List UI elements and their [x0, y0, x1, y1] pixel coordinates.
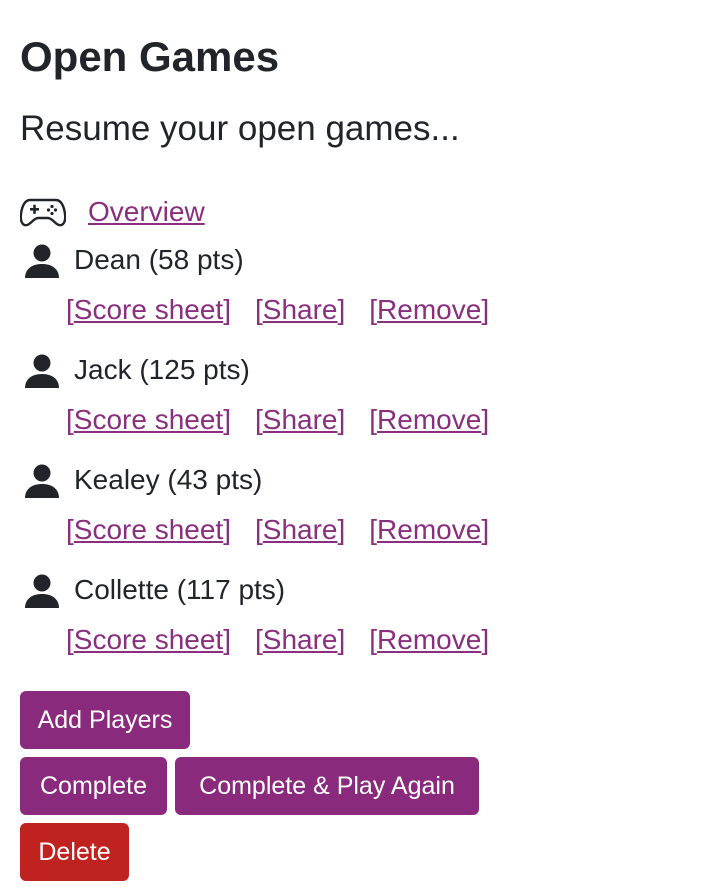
player-entry: Kealey (43 pts) [Score sheet] [Share] [R… [20, 460, 620, 560]
overview-link[interactable]: Overview [88, 196, 205, 228]
delete-button[interactable]: Delete [20, 823, 129, 881]
complete-button[interactable]: Complete [20, 757, 167, 815]
player-line: Kealey (43 pts) [20, 460, 620, 500]
player-links: [Score sheet] [Share] [Remove] [20, 290, 620, 330]
remove-link[interactable]: [Remove] [369, 624, 489, 656]
player-entry: Dean (58 pts) [Score sheet] [Share] [Rem… [20, 240, 620, 340]
remove-link[interactable]: [Remove] [369, 514, 489, 546]
person-icon [20, 240, 64, 280]
page-subtitle: Resume your open games... [20, 109, 460, 148]
score-sheet-link[interactable]: [Score sheet] [66, 624, 231, 656]
person-icon [20, 460, 64, 500]
gamepad-icon [19, 194, 67, 230]
add-players-button[interactable]: Add Players [20, 691, 190, 749]
score-sheet-link[interactable]: [Score sheet] [66, 294, 231, 326]
player-entry: Jack (125 pts) [Score sheet] [Share] [Re… [20, 350, 620, 450]
player-line: Collette (117 pts) [20, 570, 620, 610]
player-line: Dean (58 pts) [20, 240, 620, 280]
player-name: Dean (58 pts) [74, 244, 244, 275]
player-name: Jack (125 pts) [74, 354, 250, 385]
player-links: [Score sheet] [Share] [Remove] [20, 620, 620, 660]
person-icon [20, 570, 64, 610]
player-name: Kealey (43 pts) [74, 464, 263, 495]
share-link[interactable]: [Share] [255, 514, 345, 546]
complete-play-again-button[interactable]: Complete & Play Again [175, 757, 479, 815]
person-icon [20, 350, 64, 390]
share-link[interactable]: [Share] [255, 294, 345, 326]
remove-link[interactable]: [Remove] [369, 404, 489, 436]
score-sheet-link[interactable]: [Score sheet] [66, 404, 231, 436]
remove-link[interactable]: [Remove] [369, 294, 489, 326]
page-title: Open Games [20, 33, 280, 80]
share-link[interactable]: [Share] [255, 404, 345, 436]
player-links: [Score sheet] [Share] [Remove] [20, 400, 620, 440]
player-links: [Score sheet] [Share] [Remove] [20, 510, 620, 550]
player-entry: Collette (117 pts) [Score sheet] [Share]… [20, 570, 620, 670]
player-line: Jack (125 pts) [20, 350, 620, 390]
share-link[interactable]: [Share] [255, 624, 345, 656]
score-sheet-link[interactable]: [Score sheet] [66, 514, 231, 546]
open-games-page: Open Games Resume your open games... Ove… [0, 0, 710, 894]
player-name: Collette (117 pts) [74, 574, 286, 605]
overview-row: Overview [19, 192, 205, 232]
